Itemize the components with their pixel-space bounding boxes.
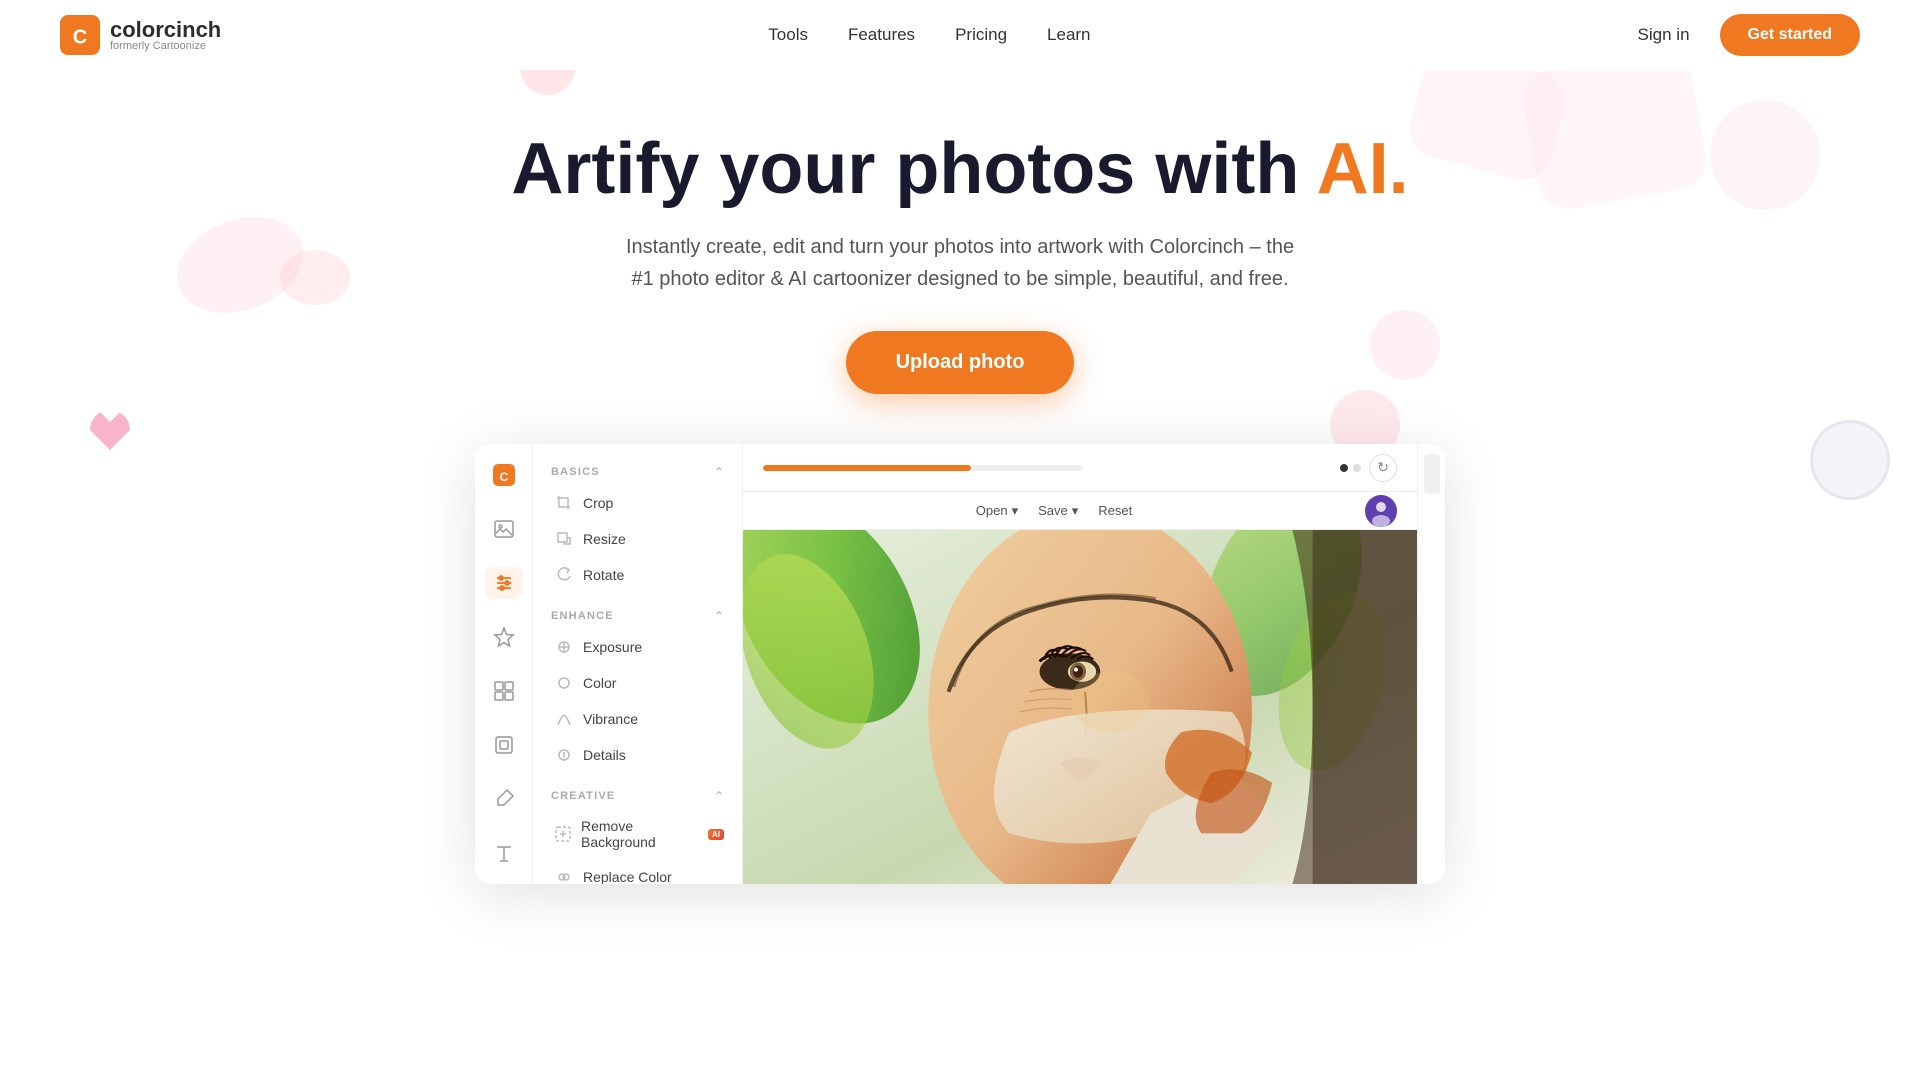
open-label: Open bbox=[976, 503, 1008, 518]
tool-rotate[interactable]: Rotate bbox=[533, 557, 742, 593]
sign-in-link[interactable]: Sign in bbox=[1638, 25, 1690, 45]
nav-pricing[interactable]: Pricing bbox=[955, 25, 1007, 45]
enhance-title: ENHANCE bbox=[551, 610, 614, 622]
enhance-section-header[interactable]: ENHANCE ⌃ bbox=[533, 603, 742, 629]
rotate-icon bbox=[555, 566, 573, 584]
editor-section: C bbox=[0, 444, 1920, 884]
sidebar-icons: C bbox=[475, 444, 533, 884]
nav-features[interactable]: Features bbox=[848, 25, 915, 45]
remove-background-label: Remove Background bbox=[581, 818, 696, 850]
nav-links: Tools Features Pricing Learn bbox=[768, 25, 1090, 45]
svg-text:C: C bbox=[499, 470, 508, 484]
canvas-image-svg bbox=[743, 530, 1417, 884]
basics-section-header[interactable]: BASICS ⌃ bbox=[533, 459, 742, 485]
tools-panel: BASICS ⌃ Crop Resize Rotate bbox=[533, 444, 743, 884]
creative-title: CREATIVE bbox=[551, 790, 615, 802]
basics-title: BASICS bbox=[551, 466, 600, 478]
svg-text:C: C bbox=[73, 26, 87, 48]
editor-container: C bbox=[475, 444, 1445, 884]
crop-label: Crop bbox=[583, 495, 613, 511]
dot-1 bbox=[1340, 464, 1348, 472]
tool-color[interactable]: Color bbox=[533, 665, 742, 701]
resize-icon bbox=[555, 530, 573, 548]
save-chevron: ▾ bbox=[1072, 503, 1079, 519]
sidebar-image-icon[interactable] bbox=[485, 513, 523, 545]
logo-icon: C bbox=[60, 15, 100, 55]
user-avatar bbox=[1365, 495, 1397, 527]
vibrance-label: Vibrance bbox=[583, 711, 638, 727]
basics-arrow: ⌃ bbox=[714, 465, 724, 479]
tool-resize[interactable]: Resize bbox=[533, 521, 742, 557]
tool-vibrance[interactable]: Vibrance bbox=[533, 701, 742, 737]
hero-subtext: Instantly create, edit and turn your pho… bbox=[20, 231, 1900, 295]
resize-label: Resize bbox=[583, 531, 626, 547]
progress-bar bbox=[763, 465, 1083, 471]
get-started-button[interactable]: Get started bbox=[1720, 14, 1860, 56]
sidebar-frame-icon[interactable] bbox=[485, 729, 523, 761]
open-chevron: ▾ bbox=[1012, 503, 1019, 519]
right-panel bbox=[1417, 444, 1445, 884]
tool-remove-background[interactable]: Remove Background AI bbox=[533, 809, 742, 859]
right-handle[interactable] bbox=[1424, 454, 1440, 494]
hero-headline: Artify your photos with AI. bbox=[20, 130, 1900, 209]
sidebar-text-icon[interactable] bbox=[485, 837, 523, 869]
canvas-image-area bbox=[743, 530, 1417, 884]
color-icon bbox=[555, 674, 573, 692]
nav-tools[interactable]: Tools bbox=[768, 25, 808, 45]
tool-crop[interactable]: Crop bbox=[533, 485, 742, 521]
logo[interactable]: C colorcinch formerly Cartoonize bbox=[60, 15, 221, 55]
replace-color-label: Replace Color bbox=[583, 869, 672, 884]
hero-section: Artify your photos with AI. Instantly cr… bbox=[0, 70, 1920, 424]
headline-before: Artify your photos with bbox=[511, 129, 1316, 209]
save-button[interactable]: Save ▾ bbox=[1038, 503, 1078, 519]
headline-ai: AI. bbox=[1317, 129, 1409, 209]
navbar: C colorcinch formerly Cartoonize Tools F… bbox=[0, 0, 1920, 70]
exposure-label: Exposure bbox=[583, 639, 642, 655]
color-label: Color bbox=[583, 675, 616, 691]
ai-badge: AI bbox=[708, 829, 724, 840]
remove-bg-icon bbox=[555, 825, 571, 843]
progress-fill bbox=[763, 465, 971, 471]
sidebar-brush-icon[interactable] bbox=[485, 783, 523, 815]
rotate-label: Rotate bbox=[583, 567, 624, 583]
exposure-icon bbox=[555, 638, 573, 656]
reset-label: Reset bbox=[1098, 503, 1132, 518]
logo-sub: formerly Cartoonize bbox=[110, 41, 221, 52]
canvas-area: ↻ Open ▾ Save ▾ Reset bbox=[743, 444, 1417, 884]
creative-section-header[interactable]: CREATIVE ⌃ bbox=[533, 783, 742, 809]
sidebar-grid-icon[interactable] bbox=[485, 675, 523, 707]
details-icon bbox=[555, 746, 573, 764]
vibrance-icon bbox=[555, 710, 573, 728]
enhance-arrow: ⌃ bbox=[714, 609, 724, 623]
tool-exposure[interactable]: Exposure bbox=[533, 629, 742, 665]
replace-color-icon bbox=[555, 868, 573, 884]
dot-indicators bbox=[1340, 464, 1361, 472]
upload-photo-button[interactable]: Upload photo bbox=[846, 331, 1075, 394]
dot-2 bbox=[1353, 464, 1361, 472]
canvas-action-bar: Open ▾ Save ▾ Reset bbox=[743, 492, 1417, 530]
save-label: Save bbox=[1038, 503, 1068, 518]
tool-details[interactable]: Details bbox=[533, 737, 742, 773]
open-button[interactable]: Open ▾ bbox=[976, 503, 1018, 519]
sidebar-adjustments-icon[interactable] bbox=[485, 567, 523, 599]
sidebar-effects-icon[interactable] bbox=[485, 621, 523, 653]
nav-learn[interactable]: Learn bbox=[1047, 25, 1090, 45]
reset-button[interactable]: Reset bbox=[1098, 503, 1132, 518]
creative-arrow: ⌃ bbox=[714, 789, 724, 803]
refresh-button[interactable]: ↻ bbox=[1369, 454, 1397, 482]
crop-icon bbox=[555, 494, 573, 512]
nav-right: Sign in Get started bbox=[1638, 14, 1860, 56]
canvas-toolbar: ↻ bbox=[743, 444, 1417, 492]
sidebar-logo-icon[interactable]: C bbox=[485, 459, 523, 491]
logo-name: colorcinch bbox=[110, 19, 221, 41]
details-label: Details bbox=[583, 747, 626, 763]
tool-replace-color[interactable]: Replace Color bbox=[533, 859, 742, 884]
